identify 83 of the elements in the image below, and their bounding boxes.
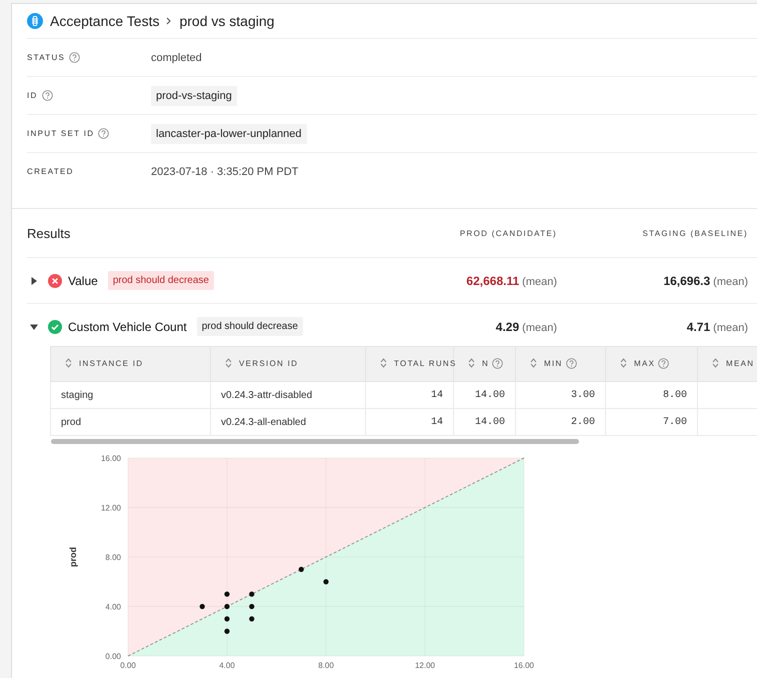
unit-label: (mean) xyxy=(522,322,557,334)
field-label: INPUT SET ID xyxy=(27,129,94,138)
column-header[interactable]: N xyxy=(454,346,516,382)
y-tick-label: 12.00 xyxy=(100,504,121,512)
y-tick-label: 0.00 xyxy=(105,652,121,661)
field-label: STATUS xyxy=(27,53,66,62)
table-cell: 7.00 xyxy=(606,408,698,436)
expectation-tag: prod should decrease xyxy=(108,271,214,290)
x-tick-label: 4.00 xyxy=(219,661,235,670)
table-cell: 14.00 xyxy=(454,382,516,408)
metric-name: Value xyxy=(68,274,98,288)
table-cell: 8.00 xyxy=(606,382,698,408)
table-cell: 14 xyxy=(366,382,454,408)
table-cell: prod xyxy=(50,408,210,436)
sort-icon[interactable] xyxy=(530,358,537,368)
table-cell: 14.00 xyxy=(454,408,516,436)
data-point xyxy=(298,566,304,572)
y-tick-label: 8.00 xyxy=(105,553,121,562)
unit-label: (mean) xyxy=(522,276,557,288)
column-header[interactable]: MAX xyxy=(606,346,698,382)
collapse-caret-icon[interactable] xyxy=(30,322,38,330)
expand-caret-icon[interactable] xyxy=(30,276,38,284)
scrollbar[interactable] xyxy=(51,439,579,444)
x-tick-label: 16.00 xyxy=(514,661,534,670)
help-icon[interactable] xyxy=(69,52,80,63)
unit-label: (mean) xyxy=(713,322,748,334)
app-logo-icon xyxy=(27,13,43,29)
column-header: PROD (CANDIDATE) xyxy=(460,229,557,238)
data-point xyxy=(249,604,254,610)
field-value: 2023-07-18 · 3:35:20 PM PDT xyxy=(151,166,298,178)
data-point xyxy=(224,628,230,634)
field-label: ID xyxy=(27,91,38,100)
column-header[interactable]: INSTANCE ID xyxy=(50,346,210,382)
table-cell: v0.24.3-all-enabled xyxy=(210,408,366,436)
metric-name: Custom Vehicle Count xyxy=(68,320,187,334)
sort-icon[interactable] xyxy=(225,358,232,368)
help-icon[interactable] xyxy=(98,128,110,139)
data-point xyxy=(224,604,230,610)
x-tick-label: 0.00 xyxy=(120,661,136,670)
data-point xyxy=(224,616,230,622)
unit-label: (mean) xyxy=(713,276,748,288)
x-tick-label: 12.00 xyxy=(414,661,436,670)
sort-icon[interactable] xyxy=(620,358,627,368)
chevron-right-icon xyxy=(166,17,172,25)
candidate-value: 4.29 xyxy=(496,320,520,334)
help-icon[interactable] xyxy=(658,358,670,369)
data-point xyxy=(200,604,205,610)
sort-icon[interactable] xyxy=(380,358,387,368)
data-point xyxy=(249,616,254,622)
breadcrumb-link[interactable]: Acceptance Tests xyxy=(50,13,160,29)
baseline-value: 16,696.3 xyxy=(663,274,710,288)
sort-icon[interactable] xyxy=(468,358,475,368)
column-header[interactable]: VERSION ID xyxy=(210,346,366,382)
expectation-tag: prod should decrease xyxy=(196,317,303,336)
data-point xyxy=(249,592,254,597)
column-header[interactable]: TOTAL RUNS xyxy=(366,346,454,382)
baseline-value: 4.71 xyxy=(686,320,710,334)
column-header[interactable]: MIN xyxy=(516,346,606,382)
help-icon[interactable] xyxy=(566,358,577,369)
sort-icon[interactable] xyxy=(65,358,72,368)
table-cell: 14 xyxy=(366,408,454,436)
y-tick-label: 16.00 xyxy=(100,454,121,463)
column-header: STAGING (BASELINE) xyxy=(642,229,748,238)
table-cell: 3.00 xyxy=(516,382,606,408)
field-value: prod-vs-staging xyxy=(151,86,237,106)
table-cell: v0.24.3-attr-disabled xyxy=(210,382,366,408)
y-tick-label: 4.00 xyxy=(105,602,121,612)
page-title: prod vs staging xyxy=(179,13,274,29)
candidate-value: 62,668.11 xyxy=(466,274,520,288)
sort-icon[interactable] xyxy=(712,358,719,368)
table-cell: staging xyxy=(50,382,210,408)
help-icon[interactable] xyxy=(492,358,504,369)
section-title: Results xyxy=(27,226,72,241)
y-axis-label: prod xyxy=(68,547,78,567)
field-label: CREATED xyxy=(27,167,74,176)
field-value: completed xyxy=(151,52,202,64)
help-icon[interactable] xyxy=(42,90,53,101)
data-point xyxy=(323,579,329,584)
field-value: lancaster-pa-lower-unplanned xyxy=(151,124,307,144)
column-header[interactable]: MEAN xyxy=(698,346,757,382)
data-point xyxy=(224,592,230,597)
table-cell: 2.00 xyxy=(516,408,606,436)
x-tick-label: 8.00 xyxy=(318,661,334,670)
